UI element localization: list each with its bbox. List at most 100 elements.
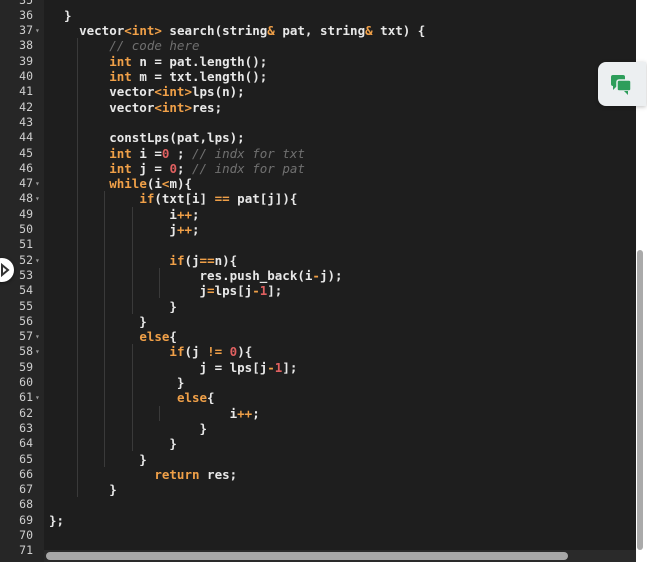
code-token: 0 <box>169 160 177 176</box>
chevron-right-icon <box>1 262 10 278</box>
line-number: 37 <box>19 23 33 38</box>
line-number: 48 <box>19 191 33 206</box>
line-number: 35 <box>0 0 33 8</box>
fold-arrow-icon[interactable]: ▾ <box>35 329 40 344</box>
code-token: { <box>207 390 215 406</box>
code-token: // indx for pat <box>192 160 305 176</box>
code-token: res.push_back(i <box>49 267 313 283</box>
fold-arrow-icon[interactable]: ▾ <box>35 23 40 38</box>
line-number: 69 <box>19 512 33 527</box>
chat-button[interactable] <box>598 62 646 106</box>
code-token: ++ <box>237 405 253 421</box>
code-token: ++ <box>176 206 192 222</box>
code-line: while(i<m){ <box>49 176 192 191</box>
code-token: search(string <box>161 23 268 39</box>
indent-guide <box>159 405 161 421</box>
code-token: <int> <box>154 84 192 100</box>
code-token: lps(n); <box>192 84 245 100</box>
line-number: 49 <box>19 206 33 221</box>
code-line: } <box>49 375 185 390</box>
line-number: 40 <box>19 69 33 83</box>
code-token: & <box>267 23 275 39</box>
line-number: 46 <box>19 160 33 175</box>
indent-guide <box>131 206 133 314</box>
fold-arrow-icon[interactable]: ▾ <box>35 390 40 405</box>
code-line: } <box>49 421 208 436</box>
code-line: j = lps[j-1]; <box>49 359 298 375</box>
line-number: 43 <box>19 114 33 129</box>
code-token: int <box>109 53 132 69</box>
code-line: } <box>49 482 117 497</box>
line-number: 66 <box>19 466 33 481</box>
horizontal-scrollbar-thumb[interactable] <box>46 552 568 560</box>
code-token: i <box>49 206 177 222</box>
code-token: n = pat.length(); <box>131 53 268 69</box>
line-number: 38 <box>19 38 33 53</box>
side-panel-toggle-button[interactable] <box>0 258 14 282</box>
code-token: (i <box>146 176 162 192</box>
chat-bubbles-icon <box>611 75 632 95</box>
fold-arrow-icon[interactable]: ▾ <box>35 344 40 359</box>
line-number: 47 <box>19 176 33 191</box>
code-token: else <box>139 329 170 345</box>
code-token: = <box>207 283 215 299</box>
code-token: } <box>49 375 185 390</box>
code-token: ; <box>176 160 193 176</box>
code-line: j++; <box>49 222 199 237</box>
code-token: vector <box>49 99 155 115</box>
line-number: 57 <box>19 329 33 344</box>
indent-guide <box>76 38 78 498</box>
code-line: } <box>49 299 177 314</box>
code-line: i++; <box>49 206 199 222</box>
code-line: } <box>49 314 147 329</box>
code-token: m = txt.length(); <box>131 69 268 84</box>
line-number: 41 <box>19 84 33 99</box>
code-token: } <box>49 298 177 314</box>
code-line: else{ <box>49 329 177 344</box>
code-line: vector<int>res; <box>49 100 222 115</box>
code-token: } <box>49 451 147 467</box>
code-line: vector<int>lps(n); <box>49 84 245 100</box>
code-line: int m = txt.length(); <box>49 69 267 84</box>
code-token: ]; <box>267 283 283 299</box>
code-line: } <box>49 8 72 23</box>
code-token: int <box>109 69 132 84</box>
code-token: res; <box>192 99 223 115</box>
code-token: constLps(pat,lps); <box>49 130 245 146</box>
code-token: pat[j]){ <box>229 191 298 207</box>
indent-guide <box>159 267 161 299</box>
code-line: }; <box>49 513 64 528</box>
fold-arrow-icon[interactable]: ▾ <box>35 191 40 206</box>
code-token: ; <box>252 405 260 421</box>
fold-arrow-icon[interactable]: ▾ <box>35 253 40 268</box>
code-line: j=lps[j-1]; <box>49 283 283 299</box>
code-token: else <box>176 390 208 406</box>
code-line: // code here <box>49 38 199 53</box>
line-number: 64 <box>19 436 33 451</box>
code-token: j); <box>319 267 343 283</box>
vertical-scrollbar-thumb[interactable] <box>637 250 643 550</box>
line-number: 51 <box>19 237 33 252</box>
code-editor[interactable]: 353637▾38394041424344454647▾48▾49505152▾… <box>0 0 636 562</box>
code-line: res.push_back(i-j); <box>49 268 343 283</box>
code-token: } <box>49 313 147 329</box>
line-number: 63 <box>19 420 33 435</box>
code-token: pat, string <box>274 23 366 39</box>
fold-arrow-icon[interactable]: ▾ <box>35 176 40 191</box>
code-token: - <box>252 283 260 299</box>
code-token: } <box>49 7 72 23</box>
code-token: <int> <box>124 23 162 39</box>
code-token: lps[j <box>214 283 253 299</box>
code-token: while <box>109 176 147 192</box>
code-token: } <box>49 436 177 452</box>
code-token: - <box>267 359 275 375</box>
line-number: 44 <box>19 130 33 145</box>
line-number: 68 <box>19 497 33 512</box>
code-token: == <box>199 252 215 268</box>
